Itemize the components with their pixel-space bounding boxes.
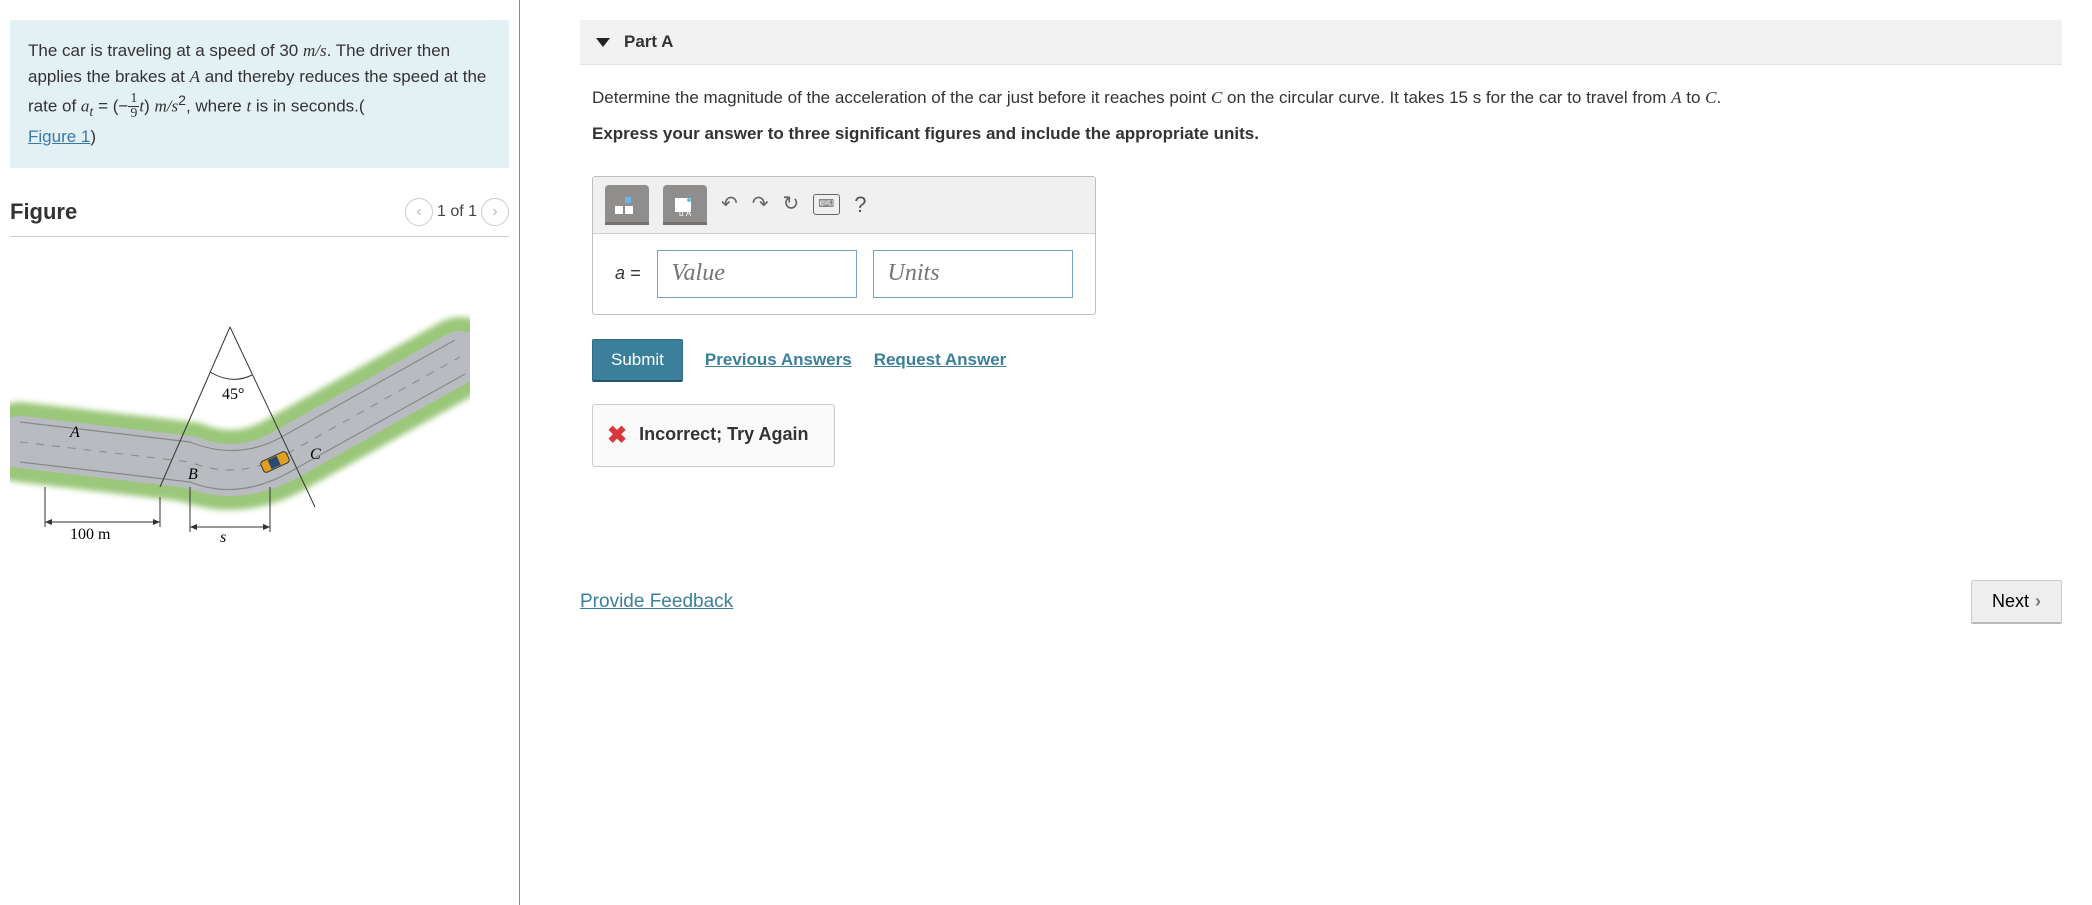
sq: 2 (178, 93, 186, 109)
period: . (1716, 88, 1721, 107)
answer-toolbar: μ Å ↶ ↷ ↻ ⌨ ? (593, 177, 1095, 234)
equals: = (− (93, 96, 128, 115)
q-text: to (1682, 88, 1706, 107)
provide-feedback-link[interactable]: Provide Feedback (580, 591, 733, 613)
point-C: C (1211, 88, 1222, 107)
fraction: 19 (128, 92, 139, 121)
problem-text: , where (186, 96, 246, 115)
label-dist: 100 m (70, 526, 111, 543)
value-input[interactable] (657, 250, 857, 298)
reset-icon[interactable]: ↻ (783, 189, 800, 220)
label-A: A (69, 424, 80, 441)
problem-text: is in seconds.( (251, 96, 364, 115)
caret-down-icon (596, 38, 610, 47)
figure-heading: Figure (10, 199, 77, 225)
keyboard-icon[interactable]: ⌨ (813, 194, 840, 215)
units-input[interactable] (873, 250, 1073, 298)
q-text: on the circular curve. It takes 15 s for… (1222, 88, 1671, 107)
previous-answers-link[interactable]: Previous Answers (705, 347, 852, 373)
action-row: Submit Previous Answers Request Answer (592, 339, 2062, 382)
templates-icon (613, 194, 641, 216)
symbols-button[interactable]: μ Å (663, 185, 707, 225)
next-label: Next (1992, 591, 2029, 612)
figure-pager: ‹ 1 of 1 › (405, 198, 509, 226)
undo-icon[interactable]: ↶ (721, 189, 738, 220)
label-s: s (220, 529, 226, 546)
question-text: Determine the magnitude of the accelerat… (580, 85, 2062, 467)
bottom-row: Provide Feedback Next › (580, 560, 2062, 624)
request-answer-link[interactable]: Request Answer (874, 347, 1007, 373)
templates-button[interactable] (605, 185, 649, 225)
close-paren2: ) (90, 127, 96, 146)
frac-num: 1 (128, 92, 139, 107)
point-C2: C (1705, 88, 1716, 107)
close-paren: ) (144, 96, 154, 115)
answer-instructions: Express your answer to three significant… (592, 121, 2062, 147)
next-button[interactable]: Next › (1971, 580, 2062, 624)
answer-lhs: a = (615, 260, 641, 288)
figure-viewport[interactable]: A B C 45° s 100 m (10, 237, 509, 667)
redo-icon[interactable]: ↷ (752, 189, 769, 220)
problem-statement: The car is traveling at a speed of 30 m/… (10, 20, 509, 168)
point-A2: A (1671, 88, 1681, 107)
submit-button[interactable]: Submit (592, 339, 683, 382)
figure-link[interactable]: Figure 1 (28, 127, 90, 146)
chevron-right-icon: › (2035, 591, 2041, 612)
point-A: A (190, 67, 200, 86)
figure-header: Figure ‹ 1 of 1 › (10, 198, 509, 237)
problem-text: The car is traveling at a speed of 30 (28, 41, 303, 60)
frac-den: 9 (128, 107, 139, 121)
left-panel: The car is traveling at a speed of 30 m/… (0, 0, 520, 905)
answer-box: μ Å ↶ ↷ ↻ ⌨ ? a = (592, 176, 1096, 315)
next-figure-button[interactable]: › (481, 198, 509, 226)
svg-text:μ Å: μ Å (679, 209, 692, 216)
feedback-bar: ✖ Incorrect; Try Again (592, 404, 835, 467)
units2: m/s (154, 96, 178, 115)
right-panel: Part A Determine the magnitude of the ac… (520, 0, 2092, 905)
pager-text: 1 of 1 (437, 203, 477, 221)
label-B: B (188, 466, 198, 483)
label-C: C (310, 446, 321, 463)
incorrect-icon: ✖ (607, 417, 627, 454)
feedback-text: Incorrect; Try Again (639, 421, 808, 449)
label-angle: 45° (222, 386, 244, 403)
prev-figure-button[interactable]: ‹ (405, 198, 433, 226)
road-figure: A B C 45° s 100 m (10, 287, 470, 607)
part-title: Part A (624, 32, 673, 52)
q-text: Determine the magnitude of the accelerat… (592, 88, 1211, 107)
symbols-icon: μ Å (671, 194, 699, 216)
answer-row: a = (593, 234, 1095, 314)
part-header[interactable]: Part A (580, 20, 2062, 65)
help-icon[interactable]: ? (854, 188, 866, 222)
units-text: m/s (303, 41, 327, 60)
